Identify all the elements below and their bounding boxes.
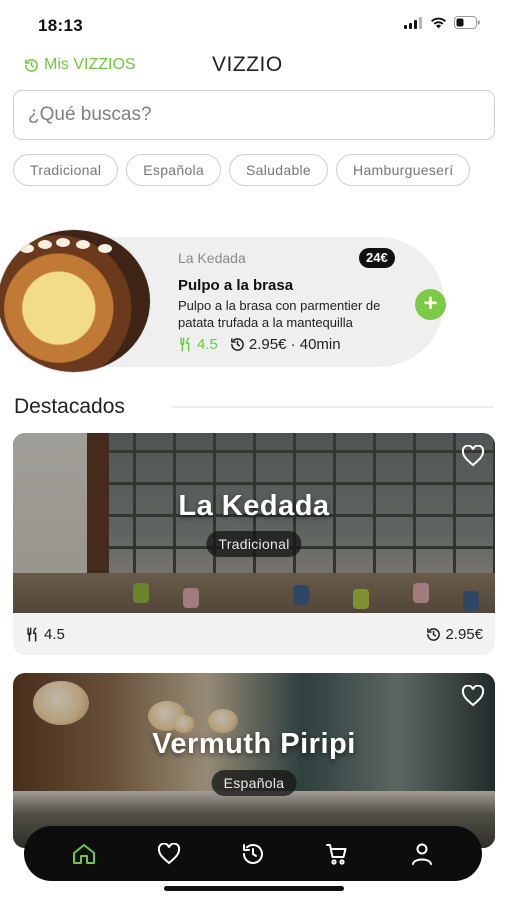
- battery-icon: [454, 16, 480, 29]
- cutlery-icon: [180, 337, 190, 352]
- restaurant-name: Vermuth Piripi: [152, 728, 356, 760]
- tab-favorites[interactable]: [149, 834, 189, 874]
- promo-rating: 4.5: [178, 336, 218, 353]
- app-title: VIZZIO: [212, 53, 283, 76]
- promo-dish-image: [0, 230, 150, 372]
- status-icons: [404, 16, 481, 29]
- restaurant-rating: 4.5: [25, 626, 65, 643]
- home-indicator: [164, 886, 344, 891]
- cutlery-icon: [27, 627, 37, 642]
- heart-icon: [157, 842, 180, 864]
- search-input[interactable]: [13, 90, 495, 140]
- tab-profile[interactable]: [402, 834, 442, 874]
- home-icon: [73, 843, 96, 864]
- wifi-icon: [431, 17, 446, 28]
- mis-vizzios-label: Mis VIZZIOS: [44, 56, 136, 73]
- tab-cart[interactable]: [317, 834, 357, 874]
- heart-icon: [461, 684, 485, 707]
- restaurant-category-tag: Tradicional: [206, 531, 302, 557]
- delivery-time-icon: [427, 628, 441, 641]
- user-icon: [411, 843, 432, 865]
- favorite-button[interactable]: [461, 684, 485, 712]
- cart-icon: [326, 843, 347, 865]
- history-icon: [25, 58, 38, 72]
- chip-saludable[interactable]: Saludable: [229, 154, 329, 186]
- promo-price-badge: 24€: [359, 248, 395, 268]
- heart-icon: [461, 444, 485, 467]
- status-bar: 18:13: [0, 0, 507, 44]
- tab-home[interactable]: [64, 834, 104, 874]
- delivery-time-icon: [230, 338, 244, 351]
- promo-delivery: 2.95€ · 40min: [230, 336, 341, 353]
- restaurant-name: La Kedada: [178, 490, 330, 522]
- promo-delivery-value: 2.95€ · 40min: [248, 336, 341, 353]
- tab-history[interactable]: [233, 834, 273, 874]
- restaurant-card-footer: 4.5 2.95€: [13, 613, 495, 655]
- promo-dish-description: Pulpo a la brasa con parmentier de patat…: [178, 298, 381, 330]
- restaurant-card[interactable]: Vermuth Piripi Española: [13, 673, 495, 848]
- history-icon: [242, 843, 263, 864]
- plus-icon: +: [423, 290, 438, 317]
- restaurant-delivery-price: 2.95€: [426, 626, 483, 643]
- promo-restaurant-name: La Kedada: [178, 250, 246, 266]
- section-divider: [172, 406, 494, 408]
- signal-icon: [404, 16, 422, 29]
- chip-tradicional[interactable]: Tradicional: [13, 154, 119, 186]
- mis-vizzios-button[interactable]: Mis VIZZIOS: [24, 56, 136, 74]
- promo-dish-name: Pulpo a la brasa: [178, 277, 294, 294]
- restaurant-card[interactable]: La Kedada Tradicional 4.5 2.95€: [13, 433, 495, 655]
- restaurant-delivery-price-value: 2.95€: [445, 626, 483, 643]
- favorite-button[interactable]: [461, 444, 485, 472]
- restaurant-category-tag: Española: [211, 770, 297, 796]
- promo-meta: 4.5 2.95€ · 40min: [178, 336, 341, 353]
- chip-espanola[interactable]: Española: [126, 154, 222, 186]
- restaurant-rating-value: 4.5: [44, 626, 65, 643]
- status-time: 18:13: [38, 16, 83, 35]
- promo-rating-value: 4.5: [197, 336, 218, 353]
- chip-hamburgueseria[interactable]: Hamburgueserí: [336, 154, 471, 186]
- header: Mis VIZZIOS VIZZIO: [0, 52, 507, 82]
- add-to-cart-button[interactable]: +: [415, 289, 446, 320]
- bottom-tab-bar: [24, 826, 482, 881]
- category-chips: Tradicional Española Saludable Hamburgueser…: [13, 154, 507, 188]
- featured-section-title: Destacados: [14, 395, 125, 418]
